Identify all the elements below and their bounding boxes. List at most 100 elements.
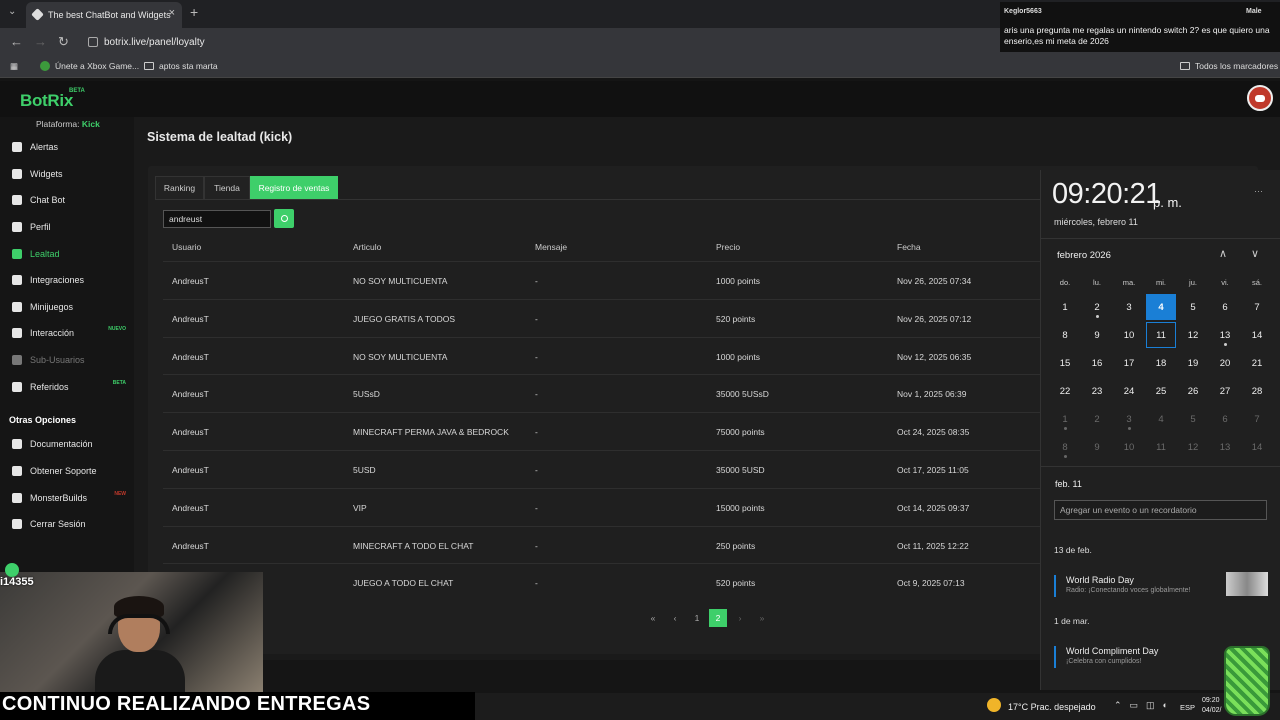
prev-page-button[interactable]: ‹ bbox=[666, 609, 684, 627]
calendar-day[interactable]: 12 bbox=[1178, 434, 1208, 460]
calendar-day[interactable]: 17 bbox=[1114, 350, 1144, 376]
sidebar-item-subusuarios[interactable]: Sub-Usuarios bbox=[12, 350, 134, 370]
tab-ranking[interactable]: Ranking bbox=[155, 176, 204, 200]
calendar-day[interactable]: 8 bbox=[1050, 322, 1080, 348]
calendar-day[interactable]: 2 bbox=[1082, 406, 1112, 432]
weather-text[interactable]: 17°C Prac. despejado bbox=[1008, 702, 1096, 712]
calendar-day[interactable]: 5 bbox=[1178, 294, 1208, 320]
calendar-day[interactable]: 7 bbox=[1242, 406, 1272, 432]
back-icon[interactable]: ← bbox=[10, 34, 23, 49]
browser-tab[interactable]: The best ChatBot and Widgets × bbox=[26, 2, 182, 28]
sidebar-item-soporte[interactable]: Obtener Soporte bbox=[12, 461, 134, 481]
column-header-fecha[interactable]: Fecha bbox=[897, 242, 921, 252]
tab-search-icon[interactable]: ⌄ bbox=[8, 6, 16, 17]
calendar-day[interactable]: 5 bbox=[1178, 406, 1208, 432]
calendar-day[interactable]: 28 bbox=[1242, 378, 1272, 404]
calendar-day[interactable]: 3 bbox=[1114, 294, 1144, 320]
calendar-day[interactable]: 11 bbox=[1146, 434, 1176, 460]
calendar-day[interactable]: 10 bbox=[1114, 434, 1144, 460]
calendar-day[interactable]: 13 bbox=[1210, 322, 1240, 348]
calendar-day[interactable]: 19 bbox=[1178, 350, 1208, 376]
calendar-day[interactable]: 1 bbox=[1050, 294, 1080, 320]
all-bookmarks[interactable]: Todos los marcadores bbox=[1180, 61, 1278, 71]
weather-icon[interactable] bbox=[987, 698, 1001, 712]
column-header-articulo[interactable]: Articulo bbox=[353, 242, 381, 252]
calendar-day[interactable]: 20 bbox=[1210, 350, 1240, 376]
calendar-day[interactable]: 9 bbox=[1082, 434, 1112, 460]
sidebar-item-documentacion[interactable]: Documentación bbox=[12, 434, 134, 454]
sidebar-item-monsterbuilds[interactable]: MonsterBuilds NEW bbox=[12, 488, 134, 508]
calendar-day[interactable]: 25 bbox=[1146, 378, 1176, 404]
calendar-day[interactable]: 14 bbox=[1242, 322, 1272, 348]
apps-icon[interactable]: ▦ bbox=[10, 61, 18, 72]
calendar-day[interactable]: 2 bbox=[1082, 294, 1112, 320]
sidebar-item-chatbot[interactable]: Chat Bot bbox=[12, 190, 134, 210]
calendar-day[interactable]: 26 bbox=[1178, 378, 1208, 404]
calendar-day[interactable]: 4 bbox=[1146, 406, 1176, 432]
calendar-day[interactable]: 6 bbox=[1210, 294, 1240, 320]
sidebar-item-lealtad[interactable]: Lealtad bbox=[12, 244, 134, 264]
calendar-day[interactable]: 7 bbox=[1242, 294, 1272, 320]
calendar-month[interactable]: febrero 2026 bbox=[1057, 250, 1111, 261]
system-tray-icons[interactable]: ⌃▭◫◐ bbox=[1114, 700, 1176, 711]
calendar-day[interactable]: 27 bbox=[1210, 378, 1240, 404]
sidebar-item-minijuegos[interactable]: Minijuegos bbox=[12, 297, 134, 317]
close-tab-icon[interactable]: × bbox=[169, 7, 175, 19]
calendar-day[interactable]: 12 bbox=[1178, 322, 1208, 348]
new-tab-icon[interactable]: + bbox=[190, 4, 198, 20]
column-header-precio[interactable]: Precio bbox=[716, 242, 740, 252]
sidebar-item-cerrar-sesion[interactable]: Cerrar Sesión bbox=[12, 514, 134, 534]
reload-icon[interactable]: ↻ bbox=[58, 34, 69, 50]
calendar-day[interactable]: 3 bbox=[1114, 406, 1144, 432]
bookmark-xbox[interactable]: Únete a Xbox Game... bbox=[40, 61, 139, 71]
calendar-day[interactable]: 23 bbox=[1082, 378, 1112, 404]
first-page-button[interactable]: « bbox=[644, 609, 662, 627]
calendar-day[interactable]: 15 bbox=[1050, 350, 1080, 376]
chevron-up-icon[interactable]: ∧ bbox=[1219, 247, 1227, 260]
column-header-mensaje[interactable]: Mensaje bbox=[535, 242, 567, 252]
sidebar-item-perfil[interactable]: Perfil bbox=[12, 217, 134, 237]
sidebar-item-integraciones[interactable]: Integraciones bbox=[12, 270, 134, 290]
next-page-button[interactable]: › bbox=[731, 609, 749, 627]
sidebar-item-interaccion[interactable]: Interacción NUEVO bbox=[12, 323, 134, 343]
sidebar-item-widgets[interactable]: Widgets bbox=[12, 164, 134, 184]
calendar-day[interactable]: 24 bbox=[1114, 378, 1144, 404]
calendar-day[interactable]: 9 bbox=[1082, 322, 1112, 348]
url-field[interactable]: botrix.live/panel/loyalty bbox=[88, 33, 205, 51]
sidebar-item-alertas[interactable]: Alertas bbox=[12, 137, 134, 157]
calendar-day[interactable]: 16 bbox=[1082, 350, 1112, 376]
calendar-day[interactable]: 6 bbox=[1210, 406, 1240, 432]
calendar-day[interactable]: 10 bbox=[1114, 322, 1144, 348]
add-event-input[interactable]: Agregar un evento o un recordatorio bbox=[1054, 500, 1267, 520]
clock-date[interactable]: miércoles, febrero 11 bbox=[1054, 217, 1138, 227]
more-options-icon[interactable]: ··· bbox=[1254, 186, 1263, 196]
calendar-day[interactable]: 13 bbox=[1210, 434, 1240, 460]
user-avatar[interactable] bbox=[1247, 85, 1273, 111]
event-title[interactable]: World Radio Day bbox=[1066, 575, 1134, 585]
calendar-day[interactable]: 8 bbox=[1050, 434, 1080, 460]
calendar-day[interactable]: 1 bbox=[1050, 406, 1080, 432]
event-title[interactable]: World Compliment Day bbox=[1066, 646, 1158, 656]
calendar-day[interactable]: 14 bbox=[1242, 434, 1272, 460]
bookmark-aptos[interactable]: aptos sta marta bbox=[144, 61, 218, 71]
calendar-day[interactable]: 22 bbox=[1050, 378, 1080, 404]
search-input[interactable] bbox=[163, 210, 271, 228]
taskbar-clock[interactable]: 09:20 04/02/ bbox=[1202, 696, 1221, 716]
botrix-logo[interactable]: BotRix bbox=[20, 91, 73, 111]
sidebar-item-referidos[interactable]: Referidos BETA bbox=[12, 377, 134, 397]
chevron-down-icon[interactable]: ∨ bbox=[1251, 247, 1259, 260]
column-header-usuario[interactable]: Usuario bbox=[172, 242, 201, 252]
language-indicator[interactable]: ESP bbox=[1180, 703, 1195, 712]
page-2-button[interactable]: 2 bbox=[709, 609, 727, 627]
search-button[interactable] bbox=[274, 209, 294, 228]
tab-registro-de-ventas[interactable]: Registro de ventas bbox=[250, 176, 338, 200]
calendar-day[interactable]: 18 bbox=[1146, 350, 1176, 376]
page-1-button[interactable]: 1 bbox=[688, 609, 706, 627]
site-info-icon[interactable] bbox=[88, 37, 98, 47]
calendar-day[interactable]: 21 bbox=[1242, 350, 1272, 376]
last-page-button[interactable]: » bbox=[753, 609, 771, 627]
calendar-day[interactable]: 4 bbox=[1146, 294, 1176, 320]
tab-tienda[interactable]: Tienda bbox=[204, 176, 250, 200]
calendar-day[interactable]: 11 bbox=[1146, 322, 1176, 348]
forward-icon[interactable]: → bbox=[34, 34, 47, 49]
